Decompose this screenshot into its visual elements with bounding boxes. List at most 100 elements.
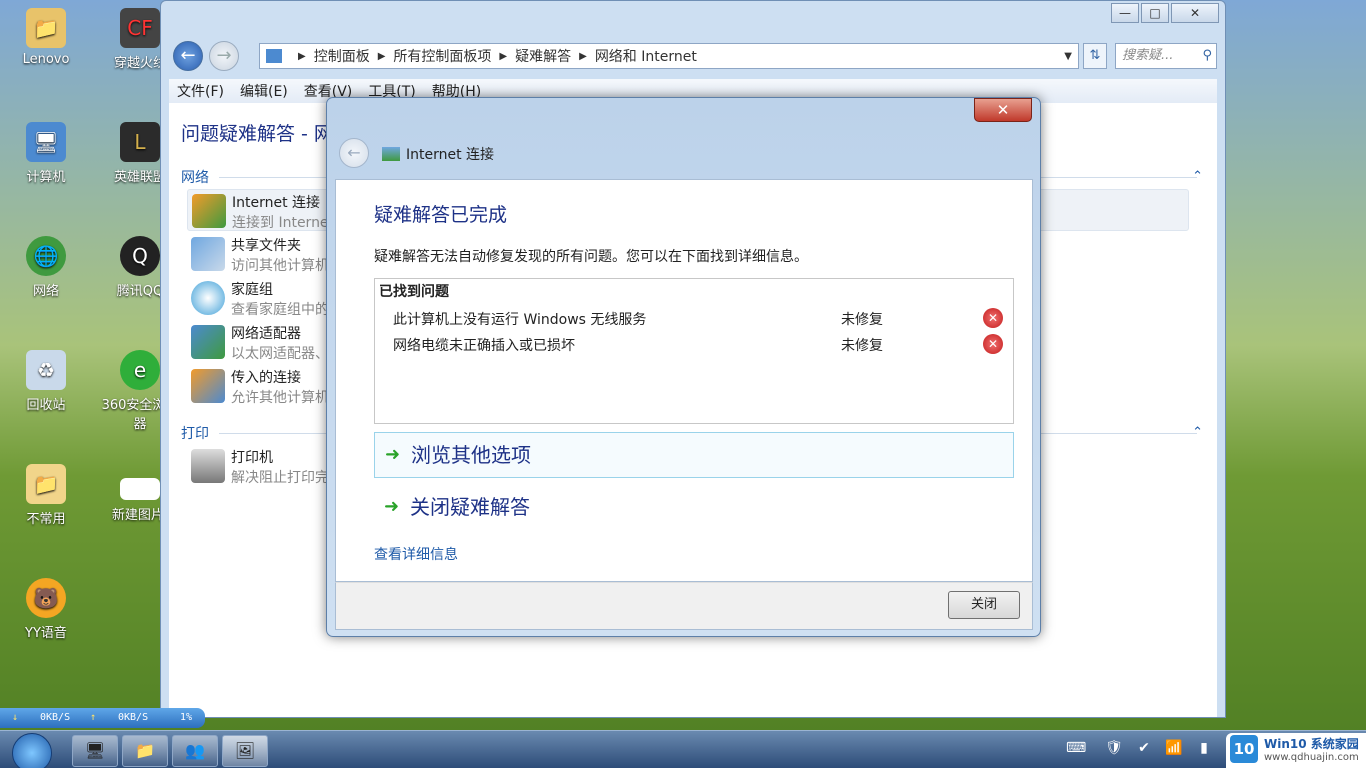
breadcrumb-separator-icon: ▶ bbox=[579, 50, 587, 62]
dialog-body: 疑难解答已完成 疑难解答无法自动修复发现的所有问题。您可以在下面找到详细信息。 … bbox=[335, 179, 1033, 582]
problem-text: 此计算机上没有运行 Windows 无线服务 bbox=[393, 312, 647, 328]
desktop-icon-yy[interactable]: 🐻 YY语音 bbox=[4, 578, 88, 641]
computer-icon: 🖥 bbox=[26, 122, 66, 162]
maximize-button[interactable]: □ bbox=[1141, 3, 1169, 23]
download-arrow-icon: ↓ bbox=[12, 712, 19, 723]
taskbar-explorer-button[interactable]: 📁 bbox=[122, 735, 168, 767]
search-icon[interactable]: ⚲ bbox=[1202, 44, 1212, 68]
desktop-icon-network[interactable]: 🌐 网络 bbox=[4, 236, 88, 299]
taskbar-troubleshooter-button[interactable]: 🖼 bbox=[222, 735, 268, 767]
game-lol-icon: L bbox=[120, 122, 160, 162]
menu-edit[interactable]: 编辑(E) bbox=[232, 81, 296, 101]
back-button[interactable]: ← bbox=[173, 41, 203, 71]
refresh-button[interactable]: ⇅ bbox=[1083, 43, 1107, 69]
item-title: 家庭组 bbox=[231, 282, 273, 298]
breadcrumb-separator-icon: ▶ bbox=[298, 50, 306, 62]
security-check-icon[interactable]: ✔ bbox=[1134, 740, 1154, 760]
breadcrumb-item[interactable]: 控制面板 bbox=[314, 46, 370, 66]
item-title: 网络适配器 bbox=[231, 326, 301, 342]
desktop-icon-label: Lenovo bbox=[22, 52, 70, 67]
users-icon: 👥 bbox=[185, 741, 205, 760]
item-desc: 以太网适配器、 bbox=[231, 346, 329, 362]
browser-360-icon: e bbox=[120, 350, 160, 390]
yy-voice-icon: 🐻 bbox=[26, 578, 66, 618]
download-speed: 0KB/S bbox=[40, 712, 71, 723]
folder-icon: 📁 bbox=[135, 741, 155, 760]
desktop-icon-label: 不常用 bbox=[26, 512, 66, 527]
internet-connection-icon bbox=[382, 147, 400, 161]
desktop-icon-lenovo[interactable]: 📁 Lenovo bbox=[4, 8, 88, 67]
desktop-icon-computer[interactable]: 🖥 计算机 bbox=[4, 122, 88, 185]
keyboard-icon[interactable]: ⌨ bbox=[1066, 740, 1086, 760]
item-desc: 允许其他计算机 bbox=[231, 390, 329, 406]
taskbar-users-button[interactable]: 👥 bbox=[172, 735, 218, 767]
option-label: 浏览其他选项 bbox=[411, 443, 531, 467]
network-status-icon[interactable]: 📶 bbox=[1164, 740, 1184, 760]
desktop-icon-label: 计算机 bbox=[26, 170, 66, 185]
close-button[interactable]: 关闭 bbox=[948, 591, 1020, 619]
upload-arrow-icon: ↑ bbox=[90, 712, 97, 723]
taskbar-control-panel-button[interactable]: 🖥 bbox=[72, 735, 118, 767]
item-desc: 解决阻止打印完 bbox=[231, 470, 329, 486]
view-details-link[interactable]: 查看详细信息 bbox=[374, 544, 458, 564]
dialog-close-icon[interactable]: ✕ bbox=[974, 98, 1032, 122]
network-icon: 🖼 bbox=[234, 741, 256, 760]
error-icon: ✕ bbox=[983, 334, 1003, 354]
breadcrumb-item[interactable]: 网络和 Internet bbox=[595, 46, 697, 66]
group-printing-label: 打印 bbox=[181, 426, 209, 442]
minimize-button[interactable]: — bbox=[1111, 3, 1139, 23]
menu-file[interactable]: 文件(F) bbox=[169, 81, 232, 101]
item-title: 打印机 bbox=[231, 450, 273, 466]
navigation-bar: ← → ▶ 控制面板 ▶ 所有控制面板项 ▶ 疑难解答 ▶ 网络和 Intern… bbox=[171, 39, 1217, 71]
problems-header: 已找到问题 bbox=[379, 284, 449, 300]
user-folder-icon: 📁 bbox=[26, 8, 66, 48]
chevron-down-icon[interactable]: ▼ bbox=[1064, 51, 1072, 62]
window-controls: — □ ✕ bbox=[1109, 3, 1219, 23]
error-icon: ✕ bbox=[983, 308, 1003, 328]
homegroup-icon bbox=[191, 281, 225, 315]
breadcrumb-item[interactable]: 疑难解答 bbox=[515, 46, 571, 66]
desktop-icon-recycle-bin[interactable]: ♻ 回收站 bbox=[4, 350, 88, 413]
dialog-title: Internet 连接 bbox=[382, 144, 494, 164]
close-window-button[interactable]: ✕ bbox=[1171, 3, 1219, 23]
item-desc: 查看家庭组中的 bbox=[231, 302, 329, 318]
breadcrumb-item[interactable]: 所有控制面板项 bbox=[393, 46, 491, 66]
win10-logo-icon: 10 bbox=[1230, 735, 1258, 763]
address-bar[interactable]: ▶ 控制面板 ▶ 所有控制面板项 ▶ 疑难解答 ▶ 网络和 Internet ▼ bbox=[259, 43, 1079, 69]
folder-icon: 📁 bbox=[26, 464, 66, 504]
shield-icon[interactable]: 🛡 bbox=[1104, 740, 1124, 760]
option-label: 关闭疑难解答 bbox=[410, 495, 530, 519]
item-desc: 连接到 Interne bbox=[232, 215, 329, 231]
desktop-icon-label: 穿越火线 bbox=[113, 56, 166, 71]
desktop-icon-folder[interactable]: 📁 不常用 bbox=[4, 464, 88, 527]
collapse-chevron-icon[interactable]: ⌃ bbox=[1192, 169, 1203, 184]
brand-url: www.qdhuajin.com bbox=[1264, 752, 1359, 763]
collapse-chevron-icon[interactable]: ⌃ bbox=[1192, 425, 1203, 440]
breadcrumb-separator-icon: ▶ bbox=[377, 50, 386, 62]
desktop-icon-label: 网络 bbox=[32, 284, 59, 299]
network-speed-widget[interactable]: ↓ 0KB/S ↑ 0KB/S 1% bbox=[0, 708, 205, 728]
shared-folder-icon bbox=[191, 237, 225, 271]
qq-penguin-icon: Q bbox=[120, 236, 160, 276]
incoming-connection-icon bbox=[191, 369, 225, 403]
desktop-icon-label: 腾讯QQ bbox=[116, 284, 164, 299]
problem-row: 此计算机上没有运行 Windows 无线服务 未修复 ✕ bbox=[393, 308, 1003, 329]
problems-table: 已找到问题 此计算机上没有运行 Windows 无线服务 未修复 ✕ 网络电缆未… bbox=[374, 278, 1014, 424]
game-cf-icon: CF bbox=[120, 8, 160, 48]
problem-status: 未修复 bbox=[841, 338, 883, 354]
battery-icon[interactable]: ▮ bbox=[1194, 740, 1214, 760]
desktop-icon-label: 英雄联盟 bbox=[113, 170, 166, 185]
close-troubleshooter-link[interactable]: ➜ 关闭疑难解答 bbox=[374, 485, 1014, 531]
dialog-back-button[interactable]: ← bbox=[339, 138, 369, 168]
forward-button[interactable]: → bbox=[209, 41, 239, 71]
search-input[interactable]: 搜索疑... ⚲ bbox=[1115, 43, 1217, 69]
printer-icon bbox=[191, 449, 225, 483]
explore-other-options-link[interactable]: ➜ 浏览其他选项 bbox=[374, 432, 1014, 478]
taskbar: 🖥 📁 👥 🖼 ⌨ 🛡 ✔ 📶 ▮ bbox=[0, 730, 1366, 768]
dialog-title-text: Internet 连接 bbox=[406, 147, 495, 163]
start-button[interactable] bbox=[12, 733, 52, 768]
troubleshooter-dialog: ✕ ← Internet 连接 疑难解答已完成 疑难解答无法自动修复发现的所有问… bbox=[326, 97, 1041, 637]
problem-row: 网络电缆未正确插入或已损坏 未修复 ✕ bbox=[393, 334, 1003, 355]
breadcrumb-separator-icon: ▶ bbox=[499, 50, 508, 62]
network-adapter-icon bbox=[191, 325, 225, 359]
